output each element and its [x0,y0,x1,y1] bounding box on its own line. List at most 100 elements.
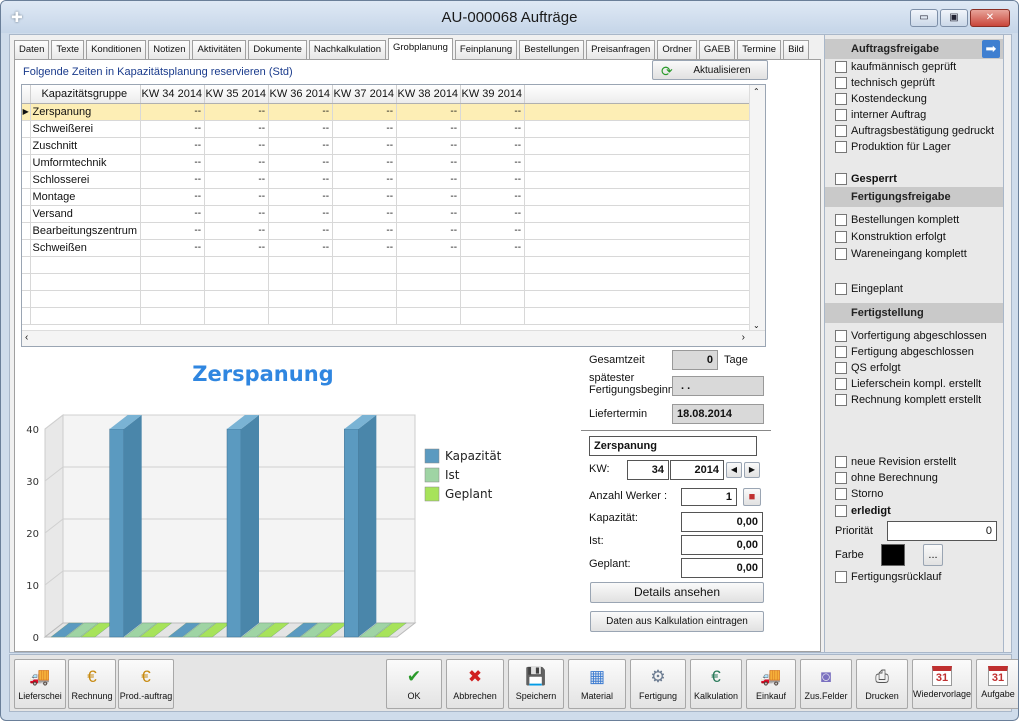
hours-cell[interactable]: -- [268,154,334,172]
hours-cell[interactable]: -- [140,205,206,223]
hours-cell[interactable]: -- [396,103,462,121]
table-row[interactable]: Zuschnitt -- -- -- -- -- -- [22,137,761,155]
tab-notizen[interactable]: Notizen [148,40,191,60]
fertigung-checkbox[interactable]: Bestellungen komplett [835,214,959,226]
checkbox[interactable] [835,248,847,260]
checkbox[interactable] [835,456,847,468]
table-row[interactable] [22,307,761,325]
hours-cell[interactable]: -- [140,188,206,206]
hours-cell[interactable]: -- [396,137,462,155]
auftrag-checkbox[interactable]: technisch geprüft [835,77,935,89]
toolbar-lieferschei-button[interactable]: 🚚 Lieferschei [14,659,66,709]
hours-cell[interactable]: -- [396,239,462,257]
tab-texte[interactable]: Texte [51,40,85,60]
details-button[interactable]: Details ansehen [590,582,764,603]
misc-checkbox[interactable]: neue Revision erstellt [835,456,956,468]
hours-cell[interactable]: -- [268,171,334,189]
hours-cell[interactable]: -- [140,239,206,257]
gesperrt-checkbox[interactable]: Gesperrt [835,173,897,185]
checkbox[interactable] [835,488,847,500]
hours-cell[interactable]: -- [396,222,462,240]
horizontal-scrollbar[interactable]: ‹ › [22,330,765,346]
checkbox[interactable] [835,231,847,243]
tab-ordner[interactable]: Ordner [657,40,697,60]
table-row[interactable] [22,290,761,308]
hours-cell[interactable]: -- [332,188,398,206]
toolbar-aufgabe-button[interactable]: 31 Aufgabe [976,659,1018,709]
hours-cell[interactable]: -- [332,222,398,240]
hours-cell[interactable]: -- [140,137,206,155]
misc-checkbox[interactable]: Storno [835,488,883,500]
checkbox[interactable] [835,125,847,137]
hours-cell[interactable]: -- [460,171,526,189]
tab-nachkalkulation[interactable]: Nachkalkulation [308,40,386,60]
table-row[interactable]: Umformtechnik -- -- -- -- -- -- [22,154,761,172]
toolbar-material-button[interactable]: ▦ Material [568,659,626,709]
table-row[interactable]: Montage -- -- -- -- -- -- [22,188,761,206]
toolbar-rechnung-button[interactable]: € Rechnung [68,659,116,709]
fertigstellung-checkbox[interactable]: Vorfertigung abgeschlossen [835,330,987,342]
fertigstellung-checkbox[interactable]: Fertigung abgeschlossen [835,346,974,358]
group-name-cell[interactable]: Schweißerei [30,120,142,138]
hours-cell[interactable]: -- [140,154,206,172]
checkbox[interactable] [835,93,847,105]
tab-daten[interactable]: Daten [14,40,50,60]
auftrag-checkbox[interactable]: Produktion für Lager [835,141,951,153]
eingeplant-checkbox[interactable]: Eingeplant [835,283,903,295]
hours-cell[interactable]: -- [396,171,462,189]
kw-week-field[interactable]: 34 [627,460,669,480]
column-header[interactable]: KW 35 2014 [204,85,270,104]
checkbox[interactable] [835,214,847,226]
auftrag-checkbox[interactable]: interner Auftrag [835,109,926,121]
table-row[interactable]: Bearbeitungszentrum -- -- -- -- -- -- [22,222,761,240]
toolbar-kalkulation-button[interactable]: € Kalkulation [690,659,742,709]
table-row[interactable] [22,256,761,274]
prioritaet-field[interactable]: 0 [887,521,997,541]
hours-cell[interactable]: -- [268,120,334,138]
werker-field[interactable]: 1 [681,488,737,506]
fertigstellung-checkbox[interactable]: QS erfolgt [835,362,901,374]
column-header[interactable]: Kapazitätsgruppe [30,85,142,104]
auftrag-checkbox[interactable]: Kostendeckung [835,93,927,105]
ruecklauf-checkbox[interactable]: Fertigungsrücklauf [835,571,942,583]
toolbar-zus-felder-button[interactable]: ◙ Zus.Felder [800,659,852,709]
hours-cell[interactable]: -- [268,205,334,223]
checkbox[interactable] [835,61,847,73]
hours-cell[interactable]: -- [204,222,270,240]
checkbox[interactable] [835,141,847,153]
toolbar-abbrechen-button[interactable]: ✖ Abbrechen [446,659,504,709]
group-name-cell[interactable]: Zuschnitt [30,137,142,155]
hours-cell[interactable]: -- [460,222,526,240]
hours-cell[interactable]: -- [332,137,398,155]
hours-cell[interactable]: -- [460,239,526,257]
kapazitaetsgruppe-field[interactable]: Zerspanung [589,436,757,456]
hours-cell[interactable]: -- [332,154,398,172]
fertigstellung-checkbox[interactable]: Rechnung komplett erstellt [835,394,981,406]
kw-prev-button[interactable]: ◀ [726,462,742,478]
hours-cell[interactable]: -- [460,120,526,138]
tab-bestellungen[interactable]: Bestellungen [519,40,585,60]
table-row[interactable]: Schweißerei -- -- -- -- -- -- [22,120,761,138]
checkbox[interactable] [835,330,847,342]
scroll-down-icon[interactable]: ⌄ [753,321,760,330]
hours-cell[interactable]: -- [460,205,526,223]
hours-cell[interactable]: -- [268,103,334,121]
column-header[interactable]: KW 37 2014 [332,85,398,104]
column-header[interactable]: KW 36 2014 [268,85,334,104]
hours-cell[interactable]: -- [460,137,526,155]
hours-cell[interactable]: -- [396,154,462,172]
hours-cell[interactable]: -- [268,188,334,206]
table-row[interactable]: ▶ Zerspanung -- -- -- -- -- -- [22,103,761,121]
hours-cell[interactable]: -- [140,222,206,240]
tab-dokumente[interactable]: Dokumente [248,40,307,60]
fertigung-checkbox[interactable]: Wareneingang komplett [835,248,967,260]
hours-cell[interactable]: -- [332,239,398,257]
fertigung-checkbox[interactable]: Konstruktion erfolgt [835,231,946,243]
table-row[interactable]: Schweißen -- -- -- -- -- -- [22,239,761,257]
column-header[interactable]: KW 38 2014 [396,85,462,104]
refresh-button[interactable]: ⟳ Aktualisieren [652,60,768,80]
hours-cell[interactable]: -- [396,205,462,223]
group-name-cell[interactable]: Bearbeitungszentrum [30,222,142,240]
toolbar-drucken-button[interactable]: ⎙ Drucken [856,659,908,709]
kw-year-field[interactable]: 2014 [670,460,724,480]
